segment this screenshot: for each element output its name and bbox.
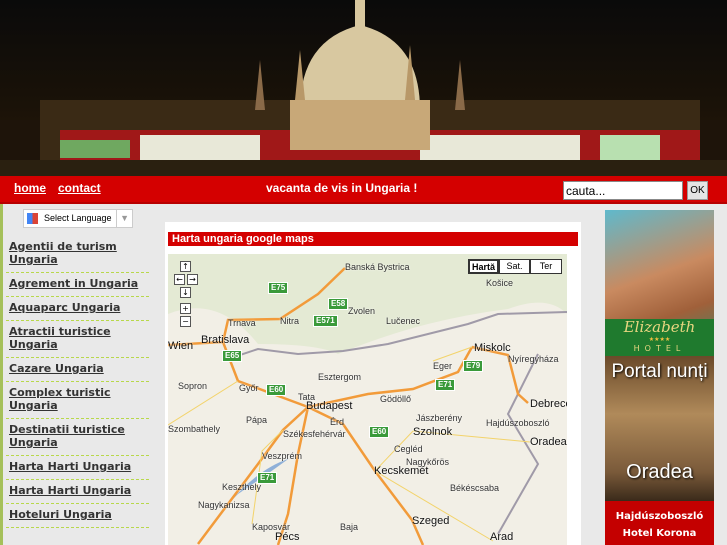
map-city: Debrecen	[530, 398, 567, 410]
road-shield: E75	[268, 282, 289, 294]
map-city: Bratislava	[201, 334, 250, 346]
nav-contact-link[interactable]: contact	[58, 181, 101, 195]
ad-portal-title: Portal nunți	[611, 361, 708, 382]
map-city: Baja	[340, 522, 359, 532]
map-city: Košice	[486, 278, 514, 288]
ad-elizabeth-sub: HOTEL	[633, 344, 686, 353]
map-city: Tata	[298, 392, 316, 402]
map-city: Nagykanizsa	[198, 500, 250, 510]
map-city: Banská Bystrica	[345, 262, 410, 272]
ad-hotel-korona[interactable]: Hajdúszoboszló Hotel Korona	[605, 501, 714, 545]
ad-portal-city: Oradea	[626, 461, 693, 483]
search-input[interactable]	[563, 181, 683, 200]
map-city: Békéscsaba	[450, 483, 500, 493]
parliament-image	[0, 0, 727, 176]
road-shield: E58	[328, 298, 349, 310]
map-city: Szombathely	[168, 424, 221, 434]
ad-korona-line1: Hajdúszoboszló	[615, 511, 704, 522]
map-city: Wien	[168, 340, 194, 352]
map-city: Trnava	[228, 318, 256, 328]
ad-elizabeth-hotel[interactable]: Elizabeth ★★★★ HOTEL	[605, 210, 714, 356]
sidebar-menu-item[interactable]: Destinatii turistice Ungaria	[6, 419, 149, 456]
road-shield: E65	[222, 350, 243, 362]
map-city: Sopron	[178, 381, 208, 391]
nav-home-link[interactable]: home	[14, 181, 46, 195]
road-shield: E60	[266, 384, 287, 396]
map-city: Arad	[490, 531, 514, 543]
map-city: Oradea	[530, 436, 567, 448]
map-city: Szeged	[412, 515, 450, 527]
map-type-map-button[interactable]: Hartă	[468, 259, 499, 274]
sidebar-menu-item[interactable]: Agentii de turism Ungaria	[6, 236, 149, 273]
ad-elizabeth-brand: Elizabeth	[623, 318, 696, 336]
pan-left-icon[interactable]: ←	[174, 274, 185, 285]
map-city: Nyíregyháza	[508, 354, 559, 364]
map-city: Nitra	[280, 316, 300, 326]
map-city: Lučenec	[386, 316, 421, 326]
map-city: Gödöllő	[380, 394, 412, 404]
map-city: Győr	[239, 383, 259, 393]
zoom-in-icon[interactable]: +	[180, 303, 191, 314]
header-banner-parliament-night	[0, 0, 727, 176]
sidebar-menu-item[interactable]: Harta Harti Ungaria	[6, 480, 149, 504]
map-city: Jászberény	[416, 413, 463, 423]
sidebar-menu-item[interactable]: Aquaparc Ungaria	[6, 297, 149, 321]
map-city: Miskolc	[474, 342, 511, 354]
map-type-terrain-button[interactable]: Ter	[530, 259, 562, 274]
ad-elizabeth-stars: ★★★★	[648, 336, 671, 343]
ad-portal-nunti[interactable]: Portal nunți Oradea	[605, 356, 714, 501]
pan-down-icon[interactable]: ↓	[180, 287, 191, 298]
map-city: Székesfehérvár	[283, 429, 346, 439]
road-shield: E571	[313, 315, 338, 327]
map-city: Esztergom	[318, 372, 362, 382]
zoom-out-icon[interactable]: −	[180, 316, 191, 327]
google-map[interactable]: E75 E58 E571 E65 E60 E71 E79 E60 E71 Bud…	[168, 254, 567, 545]
pan-right-icon[interactable]: →	[187, 274, 198, 285]
sidebar-menu-item[interactable]: Atractii turistice Ungaria	[6, 321, 149, 358]
sidebar-menu-item[interactable]: Hoteluri Ungaria	[6, 504, 149, 528]
content-title: Harta ungaria google maps	[168, 232, 578, 246]
map-city: Keszthely	[222, 482, 262, 492]
pan-up-icon[interactable]: ↑	[180, 261, 191, 272]
language-select[interactable]: Select Language ▼	[23, 209, 133, 228]
sidebar-menu-item[interactable]: Complex turistic Ungaria	[6, 382, 149, 419]
map-city: Nagykőrös	[406, 457, 450, 467]
map-city: Veszprém	[262, 451, 303, 461]
map-city: Zvolen	[348, 306, 376, 316]
sidebar-menu-item[interactable]: Agrement in Ungaria	[6, 273, 149, 297]
map-city: Érd	[330, 417, 345, 427]
map-city: Pécs	[275, 531, 300, 543]
sidebar-menu-item[interactable]: Harta Harti Ungaria	[6, 456, 149, 480]
road-shield: E71	[435, 379, 456, 391]
map-city: Eger	[433, 361, 453, 371]
road-shield: E79	[463, 360, 484, 372]
google-translate-icon	[27, 213, 38, 224]
ad-elizabeth-band: Elizabeth ★★★★ HOTEL	[605, 319, 714, 356]
map-city: Cegléd	[394, 444, 423, 454]
search-ok-button[interactable]: OK	[687, 181, 708, 200]
map-city: Hajdúszoboszló	[486, 418, 550, 428]
sidebar-menu: Agentii de turism Ungaria Agrement in Ung…	[6, 236, 149, 528]
sidebar-menu-item[interactable]: Cazare Ungaria	[6, 358, 149, 382]
map-city: Pápa	[246, 415, 268, 425]
road-shield: E60	[369, 426, 390, 438]
left-accent-border	[0, 204, 3, 545]
language-select-label: Select Language	[44, 213, 112, 223]
map-type-satellite-button[interactable]: Sat.	[499, 259, 530, 274]
map-city: Szolnok	[413, 426, 453, 438]
site-slogan: vacanta de vis in Ungaria !	[266, 181, 418, 195]
ad-korona-line2: Hotel Korona	[622, 528, 697, 539]
chevron-down-icon: ▼	[116, 210, 129, 227]
